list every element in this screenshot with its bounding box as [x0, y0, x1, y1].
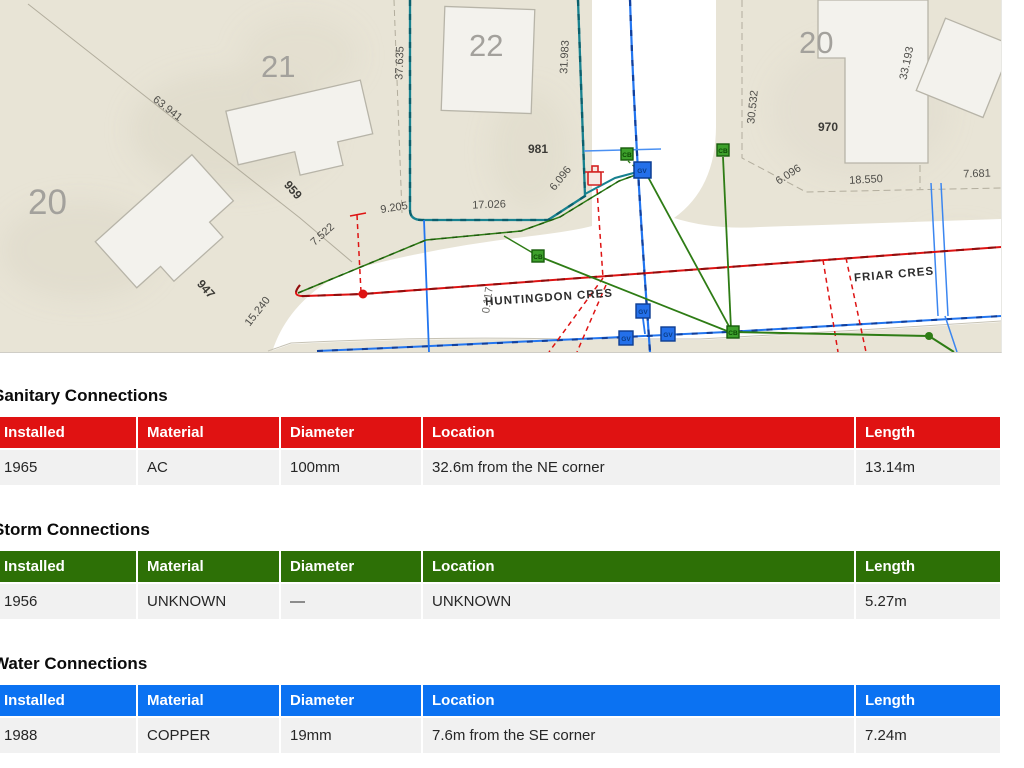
- dimension-label: 37.635: [393, 46, 406, 80]
- col-header-material: Material: [138, 551, 279, 582]
- gate-valve-marker: GV: [661, 327, 675, 341]
- cell-installed: 1965: [0, 450, 136, 485]
- sanitary-connections-section: Sanitary Connections Installed Material …: [0, 386, 1002, 487]
- cell-length: 5.27m: [856, 584, 1000, 619]
- cell-location: UNKNOWN: [423, 584, 854, 619]
- section-title: Sanitary Connections: [0, 386, 1002, 406]
- cell-location: 7.6m from the SE corner: [423, 718, 854, 753]
- section-title: Storm Connections: [0, 520, 1002, 540]
- lot-number-label: 20: [799, 25, 833, 60]
- gate-valve-marker: GV: [619, 331, 633, 345]
- dimension-label: 7.681: [963, 168, 991, 181]
- water-connections-table: Installed Material Diameter Location Len…: [0, 683, 1002, 755]
- utility-map: CB CB CB CB GV GV GV GV: [0, 0, 1002, 353]
- catch-basin-marker: CB: [532, 250, 544, 262]
- water-connections-section: Water Connections Installed Material Dia…: [0, 654, 1002, 755]
- col-header-material: Material: [138, 685, 279, 716]
- table-row: 1956 UNKNOWN — UNKNOWN 5.27m: [0, 584, 1000, 619]
- storm-node: [925, 332, 933, 340]
- cell-diameter: 100mm: [281, 450, 421, 485]
- lot-number-label: 22: [469, 28, 503, 63]
- col-header-diameter: Diameter: [281, 551, 421, 582]
- lot-number-label: 20: [28, 183, 67, 222]
- cell-installed: 1956: [0, 584, 136, 619]
- col-header-length: Length: [856, 685, 1000, 716]
- cell-installed: 1988: [0, 718, 136, 753]
- sanitary-node: [359, 290, 368, 299]
- gate-valve-label: GV: [638, 309, 648, 316]
- col-header-diameter: Diameter: [281, 685, 421, 716]
- cell-material: COPPER: [138, 718, 279, 753]
- storm-connections-section: Storm Connections Installed Material Dia…: [0, 520, 1002, 621]
- catch-basin-marker: CB: [621, 148, 633, 160]
- gate-valve-label: GV: [637, 168, 647, 175]
- catch-basin-label: CB: [622, 152, 632, 159]
- connections-report: Sanitary Connections Installed Material …: [0, 386, 1002, 755]
- section-title: Water Connections: [0, 654, 1002, 674]
- cell-location: 32.6m from the NE corner: [423, 450, 854, 485]
- cell-length: 7.24m: [856, 718, 1000, 753]
- catch-basin-label: CB: [728, 330, 738, 337]
- cell-material: UNKNOWN: [138, 584, 279, 619]
- lot-number-label: 21: [261, 49, 295, 84]
- table-header-row: Installed Material Diameter Location Len…: [0, 417, 1000, 448]
- map-canvas: CB CB CB CB GV GV GV GV: [0, 0, 1001, 352]
- gate-valve-marker: GV: [636, 304, 650, 318]
- gate-valve-label: GV: [621, 336, 631, 343]
- catch-basin-marker: CB: [727, 326, 739, 338]
- col-header-location: Location: [423, 685, 854, 716]
- catch-basin-marker: CB: [717, 144, 729, 156]
- col-header-length: Length: [856, 551, 1000, 582]
- col-header-installed: Installed: [0, 417, 136, 448]
- cell-length: 13.14m: [856, 450, 1000, 485]
- col-header-material: Material: [138, 417, 279, 448]
- cell-diameter: 19mm: [281, 718, 421, 753]
- table-row: 1965 AC 100mm 32.6m from the NE corner 1…: [0, 450, 1000, 485]
- col-header-location: Location: [423, 551, 854, 582]
- house-number-label: 981: [528, 142, 548, 156]
- cell-diameter: —: [281, 584, 421, 619]
- house-number-label: 970: [818, 120, 838, 134]
- table-row: 1988 COPPER 19mm 7.6m from the SE corner…: [0, 718, 1000, 753]
- storm-connections-table: Installed Material Diameter Location Len…: [0, 549, 1002, 621]
- dimension-label: 17.026: [472, 198, 506, 211]
- sanitary-connections-table: Installed Material Diameter Location Len…: [0, 415, 1002, 487]
- cell-material: AC: [138, 450, 279, 485]
- col-header-installed: Installed: [0, 685, 136, 716]
- table-header-row: Installed Material Diameter Location Len…: [0, 685, 1000, 716]
- col-header-installed: Installed: [0, 551, 136, 582]
- dimension-label: 31.983: [558, 40, 572, 74]
- col-header-diameter: Diameter: [281, 417, 421, 448]
- catch-basin-label: CB: [533, 254, 543, 261]
- col-header-location: Location: [423, 417, 854, 448]
- gate-valve-label: GV: [663, 332, 673, 339]
- table-header-row: Installed Material Diameter Location Len…: [0, 551, 1000, 582]
- catch-basin-label: CB: [718, 148, 728, 155]
- dimension-label: 18.550: [849, 173, 883, 187]
- col-header-length: Length: [856, 417, 1000, 448]
- gate-valve-marker: GV: [634, 162, 651, 178]
